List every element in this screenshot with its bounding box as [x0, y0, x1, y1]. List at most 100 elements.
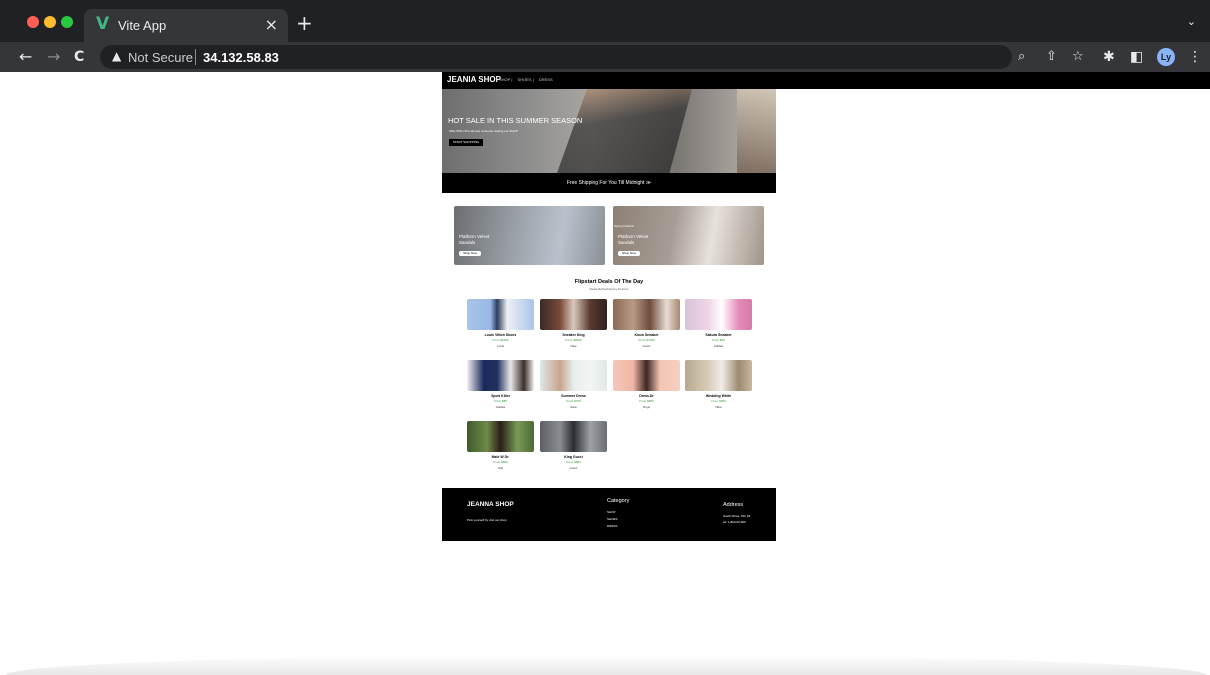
product-name: Kinzo Sneaker	[634, 333, 659, 337]
browser-tab-bar: V Vite App × + ⌄	[0, 0, 1210, 42]
extensions-icon[interactable]: ✱	[1103, 48, 1115, 66]
product-image	[467, 360, 534, 391]
product-price: From $800	[566, 460, 581, 464]
product-brand: Louis	[496, 344, 505, 348]
window-close-dot[interactable]	[27, 16, 39, 28]
deals-subtitle: Deals Refresh Every 8 Hours	[589, 287, 629, 291]
close-tab-icon[interactable]: ×	[265, 15, 278, 34]
footer-category-shoes[interactable]: SHOES	[607, 517, 618, 521]
product-image	[467, 421, 534, 452]
browser-toolbar: ← → C ▲ Not Secure 34.132.58.83 ⌕ ⇧ ☆ ✱ …	[0, 42, 1210, 72]
hero-banner: HOT SALE IN THIS SUMMER SEASON Offer 50%…	[442, 89, 776, 173]
hero-image-right	[737, 89, 776, 173]
shop-now-button[interactable]: Shop Now	[618, 251, 640, 256]
product-card[interactable]: Sakura Sneaker From $90 Adidas	[685, 299, 752, 349]
product-card[interactable]: Wedding White From $900 Nike	[685, 360, 752, 410]
nav-link-shop[interactable]: SHOP |	[499, 77, 512, 82]
reload-button[interactable]: C	[74, 47, 84, 67]
product-price: From $7000	[638, 338, 655, 342]
shop-now-button[interactable]: Shop Now	[459, 251, 481, 256]
product-image	[540, 421, 607, 452]
product-card[interactable]: Summer Dress From $700 Zara	[540, 360, 607, 410]
footer-category-dress[interactable]: DRESS	[607, 524, 617, 528]
security-label[interactable]: Not Secure	[128, 50, 193, 65]
nav-link-shoes[interactable]: SHOES |	[518, 77, 534, 82]
product-card[interactable]: King Gucci From $800 Gucci	[540, 421, 607, 471]
product-name: Male W Dr.	[491, 455, 510, 459]
menu-kebab-icon[interactable]: ⋮	[1188, 48, 1202, 66]
product-brand: Dngs	[642, 405, 650, 409]
product-brand: Gucci	[569, 466, 578, 470]
product-brand: Adidas	[495, 405, 506, 409]
product-price: From $800	[639, 399, 654, 403]
new-tab-button[interactable]: +	[296, 13, 313, 33]
product-price: From $80	[494, 399, 507, 403]
product-image	[613, 299, 680, 330]
site-nav: SHOP | SHOES | DRESS	[499, 77, 557, 82]
promo-small-label: Spring Fashion	[614, 224, 635, 228]
window-bottom-shadow	[6, 655, 1206, 675]
product-brand: Nike	[570, 344, 577, 348]
url-text[interactable]: 34.132.58.83	[203, 50, 279, 65]
footer-brand: JEANNA SHOP	[467, 501, 514, 508]
tab-title: Vite App	[118, 18, 167, 33]
footer-address-title: Address	[723, 502, 744, 508]
product-name: Sport Killer	[491, 394, 510, 398]
product-card[interactable]: Male W Dr. From $800 Kali	[467, 421, 534, 471]
product-image	[540, 360, 607, 391]
forward-button[interactable]: →	[47, 47, 60, 67]
profile-avatar[interactable]: Ly	[1157, 48, 1175, 66]
footer-category-shop[interactable]: SHOP	[607, 510, 616, 514]
window-minimize-dot[interactable]	[44, 16, 56, 28]
promo-title-line2: Sandals	[618, 240, 635, 245]
product-price: From $800	[493, 460, 508, 464]
product-name: Summer Dress	[561, 394, 586, 398]
tab-search-icon[interactable]: ⌄	[1187, 15, 1196, 28]
nav-link-dress[interactable]: DRESS	[539, 77, 553, 82]
product-image	[685, 360, 752, 391]
site-brand[interactable]: JEANIA SHOP	[447, 75, 501, 84]
product-card[interactable]: Kinzo Sneaker From $7000 Gucci	[613, 299, 680, 349]
product-card[interactable]: Louis Vitton Shoes From $1000 Louis	[467, 299, 534, 349]
site-header: JEANIA SHOP SHOP | SHOES | DRESS	[442, 72, 1210, 89]
vue-logo-icon: V	[96, 14, 110, 34]
product-brand: Gucci	[642, 344, 651, 348]
back-button[interactable]: ←	[19, 47, 32, 67]
product-brand: Nike	[715, 405, 722, 409]
promo-card-1[interactable]: Platform Velvet Sandals Shop Now	[454, 206, 605, 265]
product-name: Sakura Sneaker	[705, 333, 732, 337]
product-brand: Zara	[570, 405, 577, 409]
product-image	[613, 360, 680, 391]
footer-category-title: Category	[607, 498, 630, 504]
product-name: Louis Vitton Shoes	[484, 333, 517, 337]
product-price: From $2000	[565, 338, 582, 342]
promo-title: Platform Velvet Sandals	[618, 234, 648, 246]
share-icon[interactable]: ⇧	[1046, 49, 1057, 64]
bookmark-star-icon[interactable]: ☆	[1072, 49, 1084, 64]
browser-tab[interactable]: V Vite App ×	[84, 9, 288, 42]
product-card[interactable]: Dress.Dr From $800 Dngs	[613, 360, 680, 410]
promo-title-line2: Sandals	[459, 240, 476, 245]
start-shopping-button[interactable]: START SHOPPING	[449, 139, 483, 146]
promo-title: Platform Velvet Sandals	[459, 234, 489, 246]
address-bar[interactable]: ▲ Not Secure 34.132.58.83 ⌕ ⇧ ☆	[100, 45, 1084, 69]
product-image	[467, 299, 534, 330]
shipping-banner: Free Shipping For You Till Midnight ≫	[442, 173, 776, 193]
promo-card-2[interactable]: Spring Fashion Platform Velvet Sandals S…	[613, 206, 764, 265]
side-panel-icon[interactable]: ◧	[1130, 48, 1143, 66]
product-image	[540, 299, 607, 330]
site-footer: JEANNA SHOP Pink yourself by visit our s…	[442, 488, 776, 541]
product-name: Wedding White	[705, 394, 732, 398]
zoom-icon[interactable]: ⌕	[1018, 49, 1025, 64]
product-brand: Adidas	[713, 344, 724, 348]
product-name: King Gucci	[564, 455, 583, 459]
product-name: Sneaker King	[562, 333, 585, 337]
omnibox-divider	[195, 49, 196, 65]
product-card[interactable]: Sneaker King From $2000 Nike	[540, 299, 607, 349]
product-price: From $1000	[492, 338, 509, 342]
product-card[interactable]: Sport Killer From $80 Adidas	[467, 360, 534, 410]
deals-title: Flipstart Deals Of The Day	[574, 279, 644, 285]
product-name: Dress.Dr	[639, 394, 654, 398]
window-maximize-dot[interactable]	[61, 16, 73, 28]
product-image	[685, 299, 752, 330]
